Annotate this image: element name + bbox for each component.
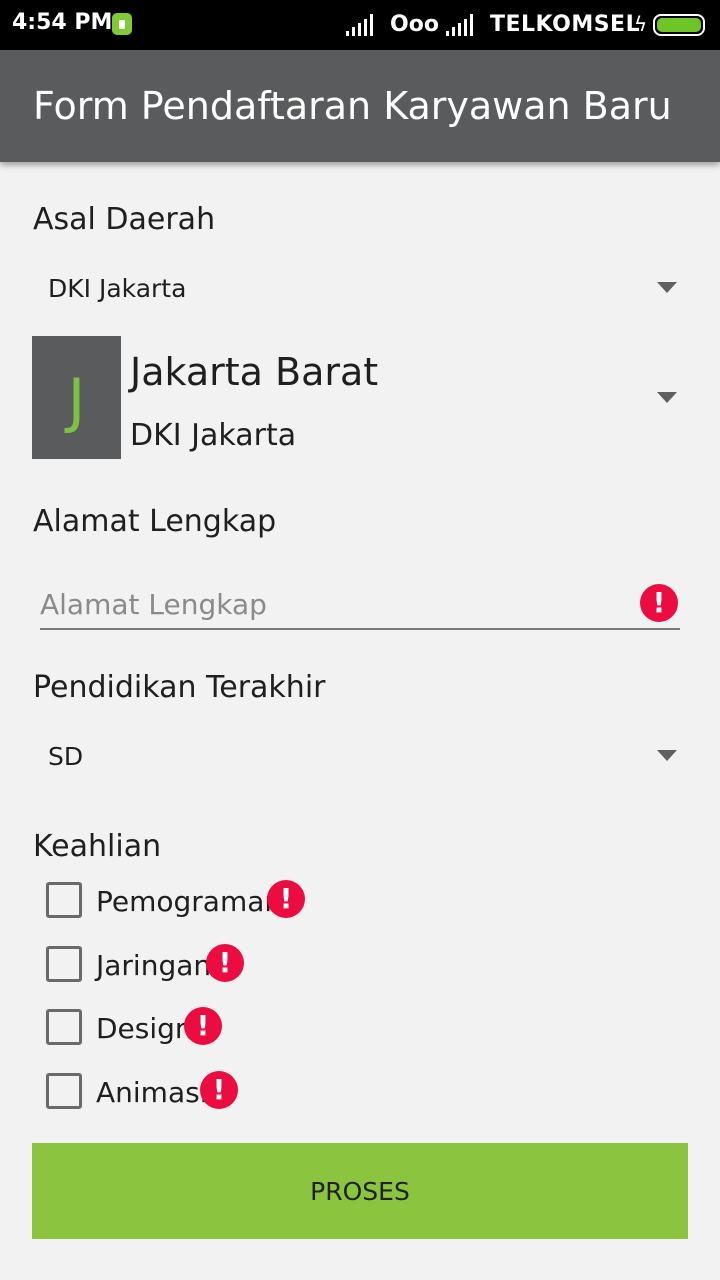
error-icon: ! — [184, 1007, 222, 1045]
checkbox-box[interactable] — [46, 946, 82, 982]
alamat-input[interactable] — [40, 580, 680, 630]
pendidikan-spinner-value: SD — [48, 742, 84, 771]
chevron-down-icon — [657, 392, 677, 403]
checkbox-box[interactable] — [46, 1009, 82, 1045]
status-bar: 4:54 PM Ooo TELKOMSEL ϟ — [0, 0, 720, 50]
province-spinner-value: DKI Jakarta — [48, 274, 187, 303]
city-name: Jakarta Barat — [130, 350, 379, 394]
battery-saver-icon — [112, 13, 132, 35]
proses-button[interactable]: PROSES — [32, 1143, 688, 1239]
city-province: DKI Jakarta — [130, 418, 297, 453]
checkbox-label: Jaringan — [96, 949, 212, 982]
province-spinner[interactable]: DKI Jakarta — [32, 262, 688, 318]
checkbox-box[interactable] — [46, 1073, 82, 1109]
app-toolbar: Form Pendaftaran Karyawan Baru — [0, 50, 720, 162]
chevron-down-icon — [657, 282, 677, 293]
checkbox-label: Pemograman — [96, 885, 283, 918]
carrier-name: TELKOMSEL — [490, 12, 641, 37]
error-icon: ! — [267, 880, 305, 918]
battery-icon — [653, 14, 705, 36]
error-icon: ! — [200, 1071, 238, 1109]
charging-icon: ϟ — [634, 12, 648, 36]
pendidikan-spinner[interactable]: SD — [32, 730, 688, 786]
city-avatar-letter: J — [67, 366, 86, 436]
city-avatar: J — [32, 336, 121, 459]
error-icon: ! — [206, 944, 244, 982]
error-icon: ! — [640, 584, 678, 622]
battery-level-fill — [657, 18, 701, 32]
pendidikan-label: Pendidikan Terakhir — [33, 670, 326, 705]
status-time: 4:54 PM — [12, 10, 113, 35]
alamat-label: Alamat Lengkap — [33, 504, 277, 539]
asal-daerah-label: Asal Daerah — [33, 202, 216, 237]
network-label: Ooo — [390, 12, 439, 37]
chevron-down-icon — [657, 750, 677, 761]
checkbox-label: Animasi — [96, 1076, 208, 1109]
signal-strength-icon — [346, 14, 378, 36]
page-title: Form Pendaftaran Karyawan Baru — [33, 84, 672, 128]
signal-strength-icon — [446, 14, 478, 36]
checkbox-box[interactable] — [46, 882, 82, 918]
checkbox-label: Design — [96, 1012, 193, 1045]
keahlian-label: Keahlian — [33, 829, 162, 864]
